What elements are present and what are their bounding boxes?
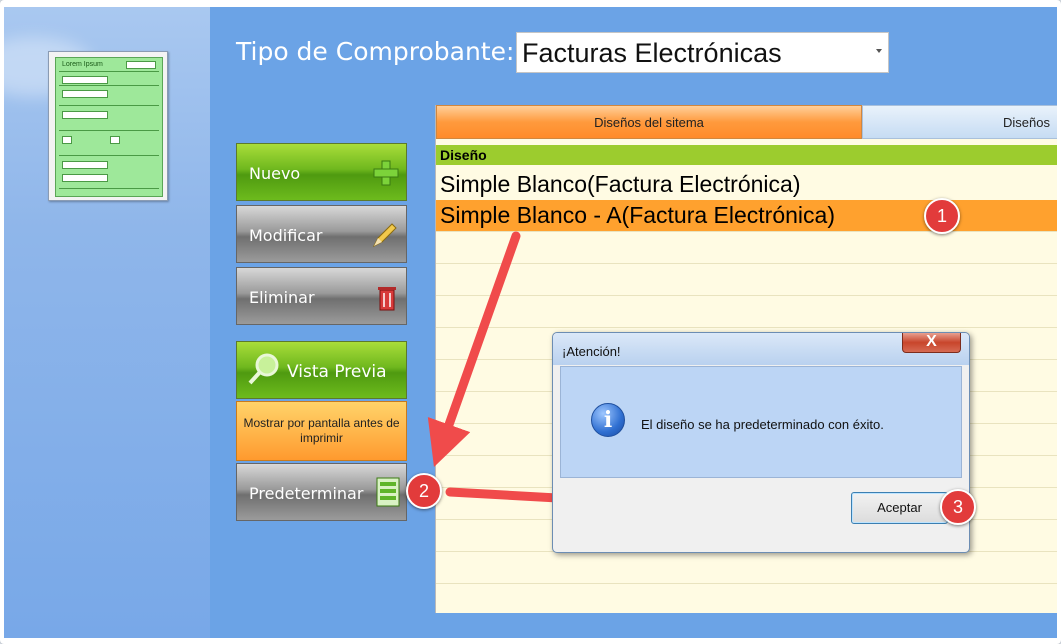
screenshot-frame: Lorem Ipsum Tipo de Comprobante: Factura… (0, 0, 1061, 644)
arrow-to-predeterminar (427, 231, 521, 467)
dialog-body: i El diseño se ha predeterminado con éxi… (560, 366, 962, 478)
dialog-title: ¡Atención! (562, 344, 621, 359)
step-badge-1: 1 (924, 198, 960, 234)
dialog-message: El diseño se ha predeterminado con éxito… (641, 417, 884, 432)
aceptar-button[interactable]: Aceptar (851, 492, 948, 524)
step-badge-3: 3 (940, 489, 976, 525)
alert-dialog: ¡Atención! X i El diseño se ha predeterm… (552, 332, 970, 553)
dialog-titlebar[interactable]: ¡Atención! X (553, 333, 969, 365)
step-badge-2: 2 (406, 473, 442, 509)
info-icon: i (591, 403, 625, 437)
dialog-footer: Aceptar (560, 478, 962, 544)
close-icon[interactable]: X (902, 333, 961, 353)
